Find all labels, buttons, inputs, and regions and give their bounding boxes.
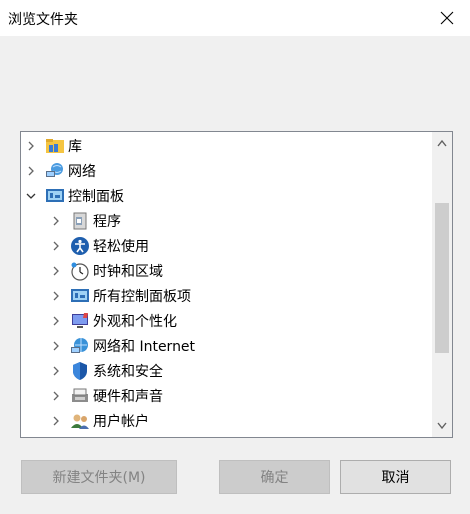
vertical-scrollbar[interactable]: [432, 132, 452, 437]
programs-icon: [70, 211, 90, 231]
appearance-icon: [70, 311, 90, 331]
tree-item-control-panel[interactable]: 控制面板: [23, 183, 433, 208]
chevron-down-icon: [437, 422, 447, 430]
chevron-right-icon[interactable]: [48, 338, 64, 354]
chevron-right-icon[interactable]: [48, 363, 64, 379]
close-icon: [440, 11, 454, 25]
title-bar: 浏览文件夹: [0, 0, 470, 36]
window-title: 浏览文件夹: [8, 12, 78, 28]
cancel-button-label: 取消: [381, 470, 410, 486]
ok-button[interactable]: 确定: [219, 460, 330, 494]
hardware-sound-icon: [70, 386, 90, 406]
tree-item-label: 网络: [68, 163, 96, 180]
chevron-right-icon[interactable]: [23, 163, 39, 179]
chevron-right-icon[interactable]: [48, 263, 64, 279]
new-folder-button-label: 新建文件夹(M): [52, 470, 146, 486]
tree-item-label: 网络和 Internet: [93, 338, 196, 355]
tree-item-user-accounts[interactable]: 用户帐户: [48, 408, 452, 433]
chevron-right-icon[interactable]: [48, 388, 64, 404]
chevron-right-icon[interactable]: [48, 413, 64, 429]
scroll-down-button[interactable]: [432, 417, 452, 435]
tree-item-library[interactable]: 库: [23, 133, 433, 158]
chevron-right-icon[interactable]: [48, 238, 64, 254]
tree-item-label: 控制面板: [68, 188, 124, 205]
all-control-panel-items-icon: [70, 286, 90, 306]
network-internet-icon: [70, 336, 90, 356]
tree-item-label: 程序: [93, 213, 121, 230]
tree-item-appearance[interactable]: 外观和个性化: [48, 308, 452, 333]
close-button[interactable]: [424, 0, 470, 36]
ok-button-label: 确定: [260, 470, 289, 486]
tree-item-label: 硬件和声音: [93, 388, 163, 405]
chevron-up-icon: [437, 139, 447, 147]
tree-item-all-control-panel-items[interactable]: 所有控制面板项: [48, 283, 452, 308]
chevron-right-icon[interactable]: [48, 288, 64, 304]
cancel-button[interactable]: 取消: [340, 460, 451, 494]
chevron-right-icon[interactable]: [48, 213, 64, 229]
tree-item-programs[interactable]: 程序: [48, 208, 452, 233]
tree-item-network[interactable]: 网络: [23, 158, 433, 183]
user-accounts-icon: [70, 411, 90, 431]
tree-item-ease-of-access[interactable]: 轻松使用: [48, 233, 452, 258]
folder-tree[interactable]: 库 网络 控制面板 程序 轻松使用 时钟和区域 所有控制面板项 外观和个性化 网…: [20, 131, 453, 438]
new-folder-button[interactable]: 新建文件夹(M): [21, 460, 177, 494]
tree-item-label: 库: [68, 138, 82, 155]
control-panel-icon: [45, 186, 65, 206]
tree-item-hardware-sound[interactable]: 硬件和声音: [48, 383, 452, 408]
library-icon: [45, 136, 65, 156]
chevron-right-icon[interactable]: [48, 313, 64, 329]
scroll-up-button[interactable]: [432, 134, 452, 152]
tree-item-label: 轻松使用: [93, 238, 149, 255]
network-icon: [45, 161, 65, 181]
chevron-right-icon[interactable]: [23, 138, 39, 154]
clock-region-icon: [70, 261, 90, 281]
ease-of-access-icon: [70, 236, 90, 256]
tree-item-label: 系统和安全: [93, 363, 163, 380]
tree-item-label: 用户帐户: [93, 413, 149, 430]
tree-item-network-internet[interactable]: 网络和 Internet: [48, 333, 452, 358]
tree-item-label: 时钟和区域: [93, 263, 163, 280]
system-security-icon: [70, 361, 90, 381]
tree-item-clock-region[interactable]: 时钟和区域: [48, 258, 452, 283]
tree-item-label: 外观和个性化: [93, 313, 177, 330]
scroll-thumb[interactable]: [435, 203, 449, 353]
chevron-down-icon[interactable]: [23, 188, 39, 204]
browse-folder-dialog: 浏览文件夹 库 网络 控制面板 程序 轻松使用 时钟和区域 所有控制面板项 外观…: [0, 0, 470, 514]
tree-item-label: 所有控制面板项: [93, 288, 191, 305]
tree-item-system-security[interactable]: 系统和安全: [48, 358, 452, 383]
